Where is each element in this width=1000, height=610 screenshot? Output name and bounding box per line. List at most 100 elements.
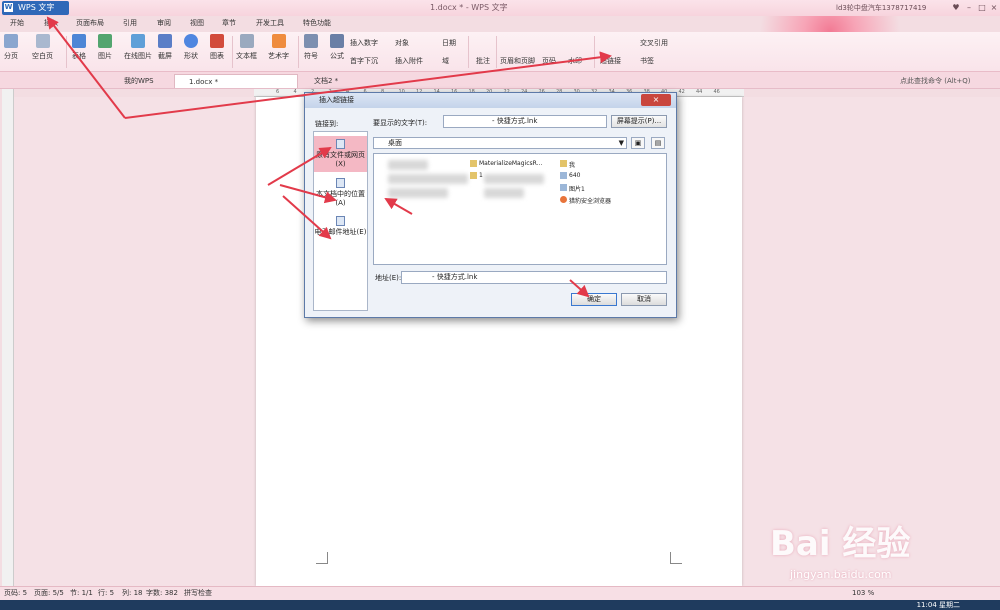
label: 符号 <box>304 52 318 60</box>
chart-button[interactable]: 图表 <box>210 34 224 61</box>
picture-button[interactable]: 图片 <box>98 34 112 61</box>
label: 文本框 <box>236 52 257 60</box>
chevron-down-icon: ▼ <box>618 139 624 147</box>
tab-special[interactable]: 特色功能 <box>303 18 331 28</box>
ok-button[interactable]: 确定 <box>571 293 617 306</box>
field-button[interactable]: 域 <box>442 56 449 66</box>
spell-check-toggle[interactable]: 拼写检查 <box>184 587 212 600</box>
dialog-close-button[interactable]: × <box>641 94 671 106</box>
separator <box>496 36 497 68</box>
zoom-level[interactable]: 103 % <box>852 587 874 600</box>
blurred-item <box>484 174 544 184</box>
command-search[interactable]: 点此查找命令 (Alt+Q) <box>900 76 971 86</box>
label: 图片 <box>98 52 112 60</box>
wordart-icon <box>271 34 286 48</box>
page-number-button[interactable]: 页码 <box>542 56 556 66</box>
minimize-icon[interactable]: – <box>963 2 975 13</box>
label: 分页 <box>4 52 18 60</box>
date-button[interactable]: 日期 <box>442 38 456 48</box>
object-button[interactable]: 对象 <box>395 38 409 48</box>
status-pages: 页面: 5/5 <box>34 589 64 597</box>
link-place-in-document[interactable]: 本文档中的位置(A) <box>314 178 367 210</box>
crop-mark <box>670 552 682 564</box>
image-file-icon <box>560 184 567 191</box>
separator <box>468 36 469 68</box>
file-name: 我 <box>569 162 576 169</box>
menu-bar: 开始 插入 页面布局 引用 审阅 视图 章节 开发工具 特色功能 <box>0 16 1000 32</box>
user-account[interactable]: ld3轮中盘汽车1378717419 <box>836 3 948 13</box>
cross-reference-button[interactable]: 交叉引用 <box>640 38 668 48</box>
online-picture-button[interactable]: 在线图片 <box>124 34 152 61</box>
link-email-address[interactable]: 电子邮件地址(E) <box>314 216 367 248</box>
file-name: 640 <box>569 172 581 179</box>
watermark-button[interactable]: 水印 <box>568 56 582 66</box>
title-bar: WPS 文字 W 1.docx * - WPS 文字 ld3轮中盘汽车13787… <box>0 0 1000 16</box>
insert-attachment-button[interactable]: 插入附件 <box>395 56 423 66</box>
comment-button[interactable]: 批注 <box>476 56 490 66</box>
header-footer-button[interactable]: 页眉和页脚 <box>500 56 535 66</box>
dialog-title: 插入超链接 <box>305 93 676 108</box>
link-to-label: 链接到: <box>315 120 339 128</box>
document-icon <box>336 178 345 188</box>
screenshot-button[interactable]: 截屏 <box>158 34 172 61</box>
wordart-button[interactable]: 艺术字 <box>268 34 289 61</box>
tab-references[interactable]: 引用 <box>123 18 137 28</box>
blank-page-button[interactable]: 空白页 <box>32 34 53 61</box>
file-list: MaterializeMagicsR... 我 1 640 图片1 猎豹安全浏览… <box>373 153 667 265</box>
address-input[interactable]: - 快捷方式.lnk <box>401 271 667 284</box>
skin-icon[interactable]: ♥ <box>950 2 962 13</box>
browser-icon <box>560 196 567 203</box>
tab-developer[interactable]: 开发工具 <box>256 18 284 28</box>
bookmark-button[interactable]: 书签 <box>640 56 654 66</box>
link-existing-file[interactable]: 原有文件或网页(X) <box>314 136 367 172</box>
screentip-button[interactable]: 屏幕提示(P)... <box>611 115 667 128</box>
wps-logo-icon: W <box>4 3 13 12</box>
label: 截屏 <box>158 52 172 60</box>
tab-chapter[interactable]: 章节 <box>222 18 236 28</box>
browse-folder-button[interactable]: ▣ <box>631 137 645 149</box>
drop-cap-button[interactable]: 首字下沉 <box>350 56 378 66</box>
separator <box>594 36 595 68</box>
ruler-tick-label: 6 <box>276 89 280 95</box>
pi-icon <box>330 34 344 48</box>
textbox-button[interactable]: 文本框 <box>236 34 257 61</box>
shapes-icon <box>184 34 198 48</box>
email-icon <box>336 216 345 226</box>
tab-view[interactable]: 视图 <box>190 18 204 28</box>
list-item[interactable]: MaterializeMagicsR... <box>470 160 542 167</box>
page-break-button[interactable]: 分页 <box>4 34 18 61</box>
tab-doc1[interactable]: 1.docx * <box>174 74 298 88</box>
close-icon[interactable]: × <box>988 2 1000 13</box>
list-item[interactable]: 1 <box>470 172 483 179</box>
status-column: 列: 18 <box>122 589 143 597</box>
maximize-icon[interactable]: □ <box>976 2 988 13</box>
shapes-button[interactable]: 形状 <box>184 34 198 61</box>
folder-select[interactable]: 桌面 ▼ <box>373 137 627 149</box>
tab-insert[interactable]: 插入 <box>44 18 58 28</box>
tab-review[interactable]: 审阅 <box>157 18 171 28</box>
label: 在线图片 <box>124 52 152 60</box>
tab-my-wps[interactable]: 我的WPS <box>110 74 172 88</box>
tab-doc2[interactable]: 文档2 * <box>300 74 410 88</box>
hyperlink-button[interactable]: 超链接 <box>600 56 621 66</box>
list-item[interactable]: 猎豹安全浏览器 <box>560 196 611 205</box>
display-text-label: 要显示的文字(T): <box>373 119 428 127</box>
table-button[interactable]: 表格 <box>72 34 86 61</box>
tab-layout[interactable]: 页面布局 <box>76 18 104 28</box>
symbol-button[interactable]: 符号 <box>304 34 318 61</box>
insert-number-button[interactable]: 插入数字 <box>350 38 378 48</box>
textbox-icon <box>239 34 254 48</box>
list-item[interactable]: 我 <box>560 160 575 169</box>
formula-button[interactable]: 公式 <box>330 34 344 61</box>
address-label: 地址(E): <box>375 274 402 282</box>
display-text-input[interactable]: - 快捷方式.lnk <box>443 115 607 128</box>
ribbon: 分页 空白页 表格 图片 在线图片 截屏 形状 图表 文本框 艺术字 符号 公式… <box>0 32 1000 72</box>
label: 原有文件或网页(X) <box>316 151 365 168</box>
list-item[interactable]: 图片1 <box>560 184 585 193</box>
tab-home[interactable]: 开始 <box>10 18 24 28</box>
file-name: 1 <box>479 172 483 179</box>
list-item[interactable]: 640 <box>560 172 580 179</box>
open-folder-button[interactable]: ▤ <box>651 137 665 149</box>
separator <box>298 36 299 68</box>
cancel-button[interactable]: 取消 <box>621 293 667 306</box>
